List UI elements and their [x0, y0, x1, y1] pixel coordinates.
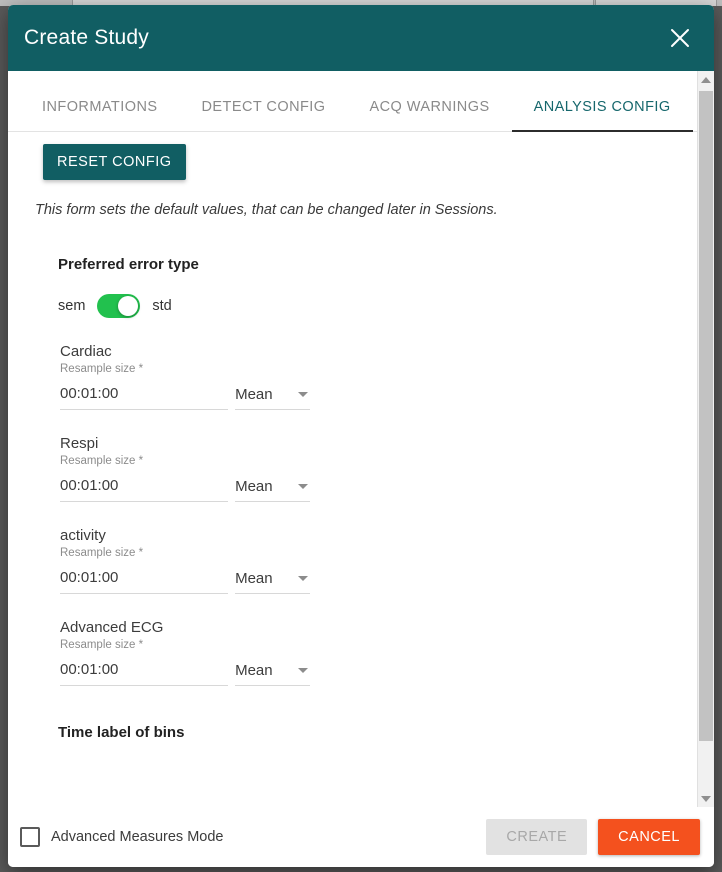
- tab-label: INFORMATIONS: [42, 98, 158, 115]
- resample-size-label: Resample size *: [60, 547, 144, 559]
- aggregation-value: Mean: [235, 478, 273, 495]
- advanced-measures-mode-label: Advanced Measures Mode: [51, 829, 224, 845]
- aggregation-select[interactable]: Mean: [235, 570, 310, 594]
- form-hint-text: This form sets the default values, that …: [35, 202, 498, 218]
- metric-group-activity: activity Resample size * Mean: [60, 527, 310, 594]
- metric-name: Advanced ECG: [60, 619, 164, 636]
- page-title: Create Study: [24, 26, 149, 49]
- chevron-down-icon: [298, 392, 308, 397]
- metric-group-advanced-ecg: Advanced ECG Resample size * Mean: [60, 619, 310, 686]
- tab-bar: INFORMATIONS DETECT CONFIG ACQ WARNINGS …: [8, 83, 697, 132]
- scroll-viewport: INFORMATIONS DETECT CONFIG ACQ WARNINGS …: [8, 71, 697, 807]
- create-button[interactable]: CREATE: [486, 819, 588, 855]
- aggregation-select[interactable]: Mean: [235, 478, 310, 502]
- tab-detect-config[interactable]: DETECT CONFIG: [180, 83, 348, 132]
- tab-label: DETECT CONFIG: [201, 98, 326, 115]
- toggle-knob: [118, 296, 139, 316]
- time-label-of-bins-heading: Time label of bins: [58, 724, 185, 741]
- aggregation-value: Mean: [235, 386, 273, 403]
- resample-size-input[interactable]: [60, 661, 229, 678]
- scrollbar-thumb[interactable]: [699, 91, 713, 741]
- toggle-label-sem: sem: [58, 298, 86, 314]
- metric-field-row: Mean: [60, 477, 310, 502]
- aggregation-select[interactable]: Mean: [235, 386, 310, 410]
- metric-name: Respi: [60, 435, 99, 452]
- error-type-toggle[interactable]: [97, 294, 141, 318]
- resample-size-input[interactable]: [60, 569, 229, 586]
- tab-label: ANALYSIS CONFIG: [533, 98, 671, 115]
- dialog-body: INFORMATIONS DETECT CONFIG ACQ WARNINGS …: [8, 71, 714, 807]
- aggregation-value: Mean: [235, 570, 273, 587]
- advanced-measures-mode-checkbox-row[interactable]: Advanced Measures Mode: [20, 827, 224, 847]
- analysis-config-form: INFORMATIONS DETECT CONFIG ACQ WARNINGS …: [8, 83, 697, 741]
- dialog-footer: Advanced Measures Mode CREATE CANCEL: [8, 807, 714, 867]
- vertical-scrollbar[interactable]: [697, 71, 714, 807]
- cancel-button[interactable]: CANCEL: [598, 819, 700, 855]
- resample-size-label: Resample size *: [60, 639, 144, 651]
- resample-size-field[interactable]: [60, 477, 229, 502]
- metric-name: activity: [60, 527, 106, 544]
- resample-size-field[interactable]: [60, 569, 229, 594]
- chevron-down-icon: [298, 576, 308, 581]
- resample-size-field[interactable]: [60, 661, 229, 686]
- footer-actions: CREATE CANCEL: [486, 819, 700, 855]
- preferred-error-type-heading: Preferred error type: [58, 256, 199, 273]
- aggregation-value: Mean: [235, 662, 273, 679]
- close-icon[interactable]: [664, 22, 696, 54]
- tab-label: ACQ WARNINGS: [369, 98, 490, 115]
- advanced-measures-mode-checkbox[interactable]: [20, 827, 40, 847]
- scroll-up-arrow-icon[interactable]: [698, 71, 714, 88]
- create-study-dialog: Create Study INFORMATIONS DETECT CONFIG …: [8, 5, 714, 867]
- aggregation-select[interactable]: Mean: [235, 662, 310, 686]
- resample-size-input[interactable]: [60, 477, 229, 494]
- dialog-header: Create Study: [8, 5, 714, 71]
- tab-analysis-config[interactable]: ANALYSIS CONFIG: [511, 83, 693, 132]
- scroll-down-arrow-icon[interactable]: [698, 790, 714, 807]
- metric-field-row: Mean: [60, 661, 310, 686]
- metric-group-respi: Respi Resample size * Mean: [60, 435, 310, 502]
- chevron-down-icon: [298, 668, 308, 673]
- metric-field-row: Mean: [60, 385, 310, 410]
- resample-size-field[interactable]: [60, 385, 229, 410]
- tab-informations[interactable]: INFORMATIONS: [20, 83, 180, 132]
- toggle-label-std: std: [152, 298, 172, 314]
- resample-size-input[interactable]: [60, 385, 229, 402]
- preferred-error-type-toggle-row: sem std: [58, 294, 697, 318]
- reset-config-button[interactable]: RESET CONFIG: [43, 144, 186, 180]
- chevron-down-icon: [298, 484, 308, 489]
- metric-field-row: Mean: [60, 569, 310, 594]
- metric-name: Cardiac: [60, 343, 112, 360]
- tab-acq-warnings[interactable]: ACQ WARNINGS: [348, 83, 512, 132]
- resample-size-label: Resample size *: [60, 363, 144, 375]
- resample-size-label: Resample size *: [60, 455, 144, 467]
- metric-group-cardiac: Cardiac Resample size * Mean: [60, 343, 310, 410]
